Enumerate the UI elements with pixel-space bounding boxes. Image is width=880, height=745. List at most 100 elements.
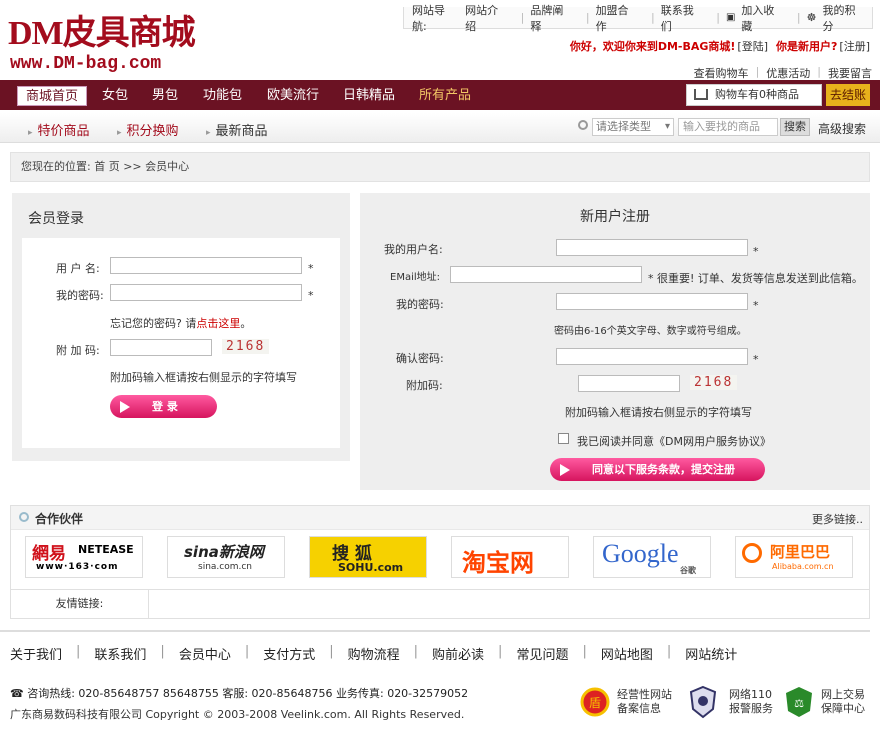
partner-taobao-name: 淘宝网 (462, 549, 534, 577)
top-nav-brand[interactable]: 品牌阐释 (530, 2, 573, 34)
divider: | (716, 11, 720, 24)
svg-text:⚖: ⚖ (794, 697, 804, 710)
footer-divider (0, 630, 870, 632)
partner-logo-163[interactable]: 網易 NETEASE www·163·com (25, 536, 143, 578)
view-cart-link[interactable]: 查看购物车 (694, 65, 749, 81)
partner-alibaba-url: Alibaba.com.cn (772, 562, 834, 571)
nav-all-products[interactable]: 所有产品 (419, 86, 471, 106)
nav-western[interactable]: 欧美流行 (267, 86, 319, 106)
trade-badge-text[interactable]: 网上交易 保障中心 (821, 688, 865, 716)
top-nav-about[interactable]: 网站介绍 (465, 2, 508, 34)
partner-logo-alibaba[interactable]: 阿里巴巴 Alibaba.com.cn (735, 536, 853, 578)
login-button[interactable]: 登 录 (110, 395, 217, 418)
footer-stats[interactable]: 网站统计 (685, 644, 737, 663)
login-button-label: 登 录 (152, 400, 178, 413)
category-select[interactable]: 请选择类型 (592, 118, 674, 136)
partner-logo-taobao[interactable]: 淘宝网 (451, 536, 569, 578)
top-nav-join[interactable]: 加盟合作 (596, 2, 639, 34)
logo-cn[interactable]: DM皮具商城 (8, 16, 196, 52)
greeting-bar: 你好，欢迎你来到DM-BAG商城! [登陆] 你是新用户? [注册] (570, 38, 870, 54)
top-nav-label: 网站导航: (412, 3, 445, 33)
footer-contact[interactable]: 联系我们 (94, 644, 146, 663)
partner-alibaba-cn: 阿里巴巴 (770, 543, 831, 561)
password-input[interactable] (110, 284, 302, 301)
cart-text: 购物车有0种商品 (715, 88, 799, 101)
police-badge-icon[interactable] (688, 685, 718, 719)
footer-about[interactable]: 关于我们 (10, 644, 62, 663)
divider: | (520, 11, 525, 24)
search-icon (578, 120, 588, 130)
reg-password-input[interactable] (556, 293, 748, 310)
register-link[interactable]: [注册] (839, 38, 870, 54)
reg-username-input[interactable] (556, 239, 748, 256)
footer-must-read[interactable]: 购前必读 (432, 644, 484, 663)
reg-captcha-input[interactable] (578, 375, 680, 392)
nav-women[interactable]: 女包 (102, 86, 128, 106)
divider: | (755, 65, 760, 78)
svg-text:盾: 盾 (589, 696, 601, 710)
footer-payment[interactable]: 支付方式 (263, 644, 315, 663)
footer-faq[interactable]: 常见问题 (516, 644, 568, 663)
agree-checkbox[interactable] (558, 433, 569, 444)
top-nav-points[interactable]: 我的积分 (823, 2, 866, 34)
divider: | (651, 11, 655, 24)
icp-badge-text[interactable]: 经营性网站 备案信息 (617, 688, 672, 716)
register-panel: 新用户注册 我的用户名: * EMail地址: * 很重要! 订单、发货等信息发… (360, 193, 870, 490)
top-nav-contact[interactable]: 联系我们 (661, 2, 704, 34)
footer-member[interactable]: 会员中心 (179, 644, 231, 663)
trade-badge-icon[interactable]: ⚖ (784, 685, 814, 719)
footer-process[interactable]: 购物流程 (348, 644, 400, 663)
nav-home[interactable]: 商城首页 (17, 86, 88, 106)
police-badge-text[interactable]: 网络110 报警服务 (729, 688, 773, 716)
nav-function[interactable]: 功能包 (203, 86, 242, 106)
logo-url[interactable]: www.DM-bag.com (10, 54, 161, 74)
partner-163-cn: 網易 (32, 544, 66, 564)
subnav-newest[interactable]: 最新商品 (206, 120, 268, 139)
login-link[interactable]: [登陆] (737, 38, 768, 54)
submit-register-button[interactable]: 同意以下服务条款，提交注册 (550, 458, 765, 481)
alibaba-icon (742, 543, 762, 563)
divider: | (76, 644, 81, 659)
leave-message-link[interactable]: 我要留言 (828, 65, 872, 81)
confirm-password-input[interactable] (556, 348, 748, 365)
partners-title: 合作伙伴 (35, 512, 84, 526)
partner-logo-sina[interactable]: sina新浪网 sina.com.cn (167, 536, 285, 578)
forgot-link[interactable]: 点击这里 (196, 317, 240, 330)
footer-nav: 关于我们 | 联系我们 | 会员中心 | 支付方式 | 购物流程 | 购前必读 | 常见问题… (10, 644, 737, 663)
search-input[interactable]: 输入要找的商品 (678, 118, 778, 136)
icp-badge-icon[interactable]: 盾 (580, 685, 610, 719)
subnav-points-exchange[interactable]: 积分换购 (117, 120, 179, 139)
promotions-link[interactable]: 优惠活动 (766, 65, 810, 81)
captcha-input[interactable] (110, 339, 212, 356)
divider: | (498, 644, 503, 659)
captcha-hint: 附加码输入框请按右侧显示的字符填写 (110, 371, 297, 384)
hotline-text: ☎ 咨询热线: 020-85648757 85648755 客服: 020-85… (10, 687, 469, 700)
username-label: 用 户 名: (56, 262, 100, 275)
cart-summary[interactable]: 购物车有0种商品 (686, 84, 822, 106)
top-nav-favorite[interactable]: 加入收藏 (741, 2, 784, 34)
breadcrumb: 您现在的位置: 首 页 >> 会员中心 (10, 152, 870, 182)
nav-men[interactable]: 男包 (152, 86, 178, 106)
nav-japan-korea[interactable]: 日韩精品 (343, 86, 395, 106)
register-title: 新用户注册 (580, 209, 650, 225)
play-icon (560, 464, 570, 476)
partner-logo-sohu[interactable]: 搜 狐 SOHU.com (309, 536, 427, 578)
advanced-search-link[interactable]: 高级搜索 (818, 120, 866, 137)
email-input[interactable] (450, 266, 642, 283)
friend-links-label: 友情链接: (11, 590, 149, 618)
more-links[interactable]: 更多链接.. (812, 511, 863, 527)
agree-text[interactable]: 我已阅读并同意《DM网用户服务协议》 (577, 433, 771, 449)
reg-captcha-label: 附加码: (406, 379, 443, 392)
sub-nav: 特价商品 积分换购 最新商品 请选择类型 输入要找的商品 搜索 高级搜索 (0, 113, 880, 143)
required-star: * (753, 353, 759, 366)
footer-sitemap[interactable]: 网站地图 (601, 644, 653, 663)
partner-sina-url: sina.com.cn (198, 562, 253, 572)
checkout-button[interactable]: 去结账 (826, 84, 870, 106)
partner-logo-google[interactable]: Google 谷歌 (593, 536, 711, 578)
subnav-specials[interactable]: 特价商品 (28, 120, 90, 139)
username-input[interactable] (110, 257, 302, 274)
partner-google-name: Google (602, 539, 679, 568)
reg-password-label: 我的密码: (396, 298, 444, 311)
search-button[interactable]: 搜索 (780, 118, 810, 136)
divider: | (329, 644, 334, 659)
